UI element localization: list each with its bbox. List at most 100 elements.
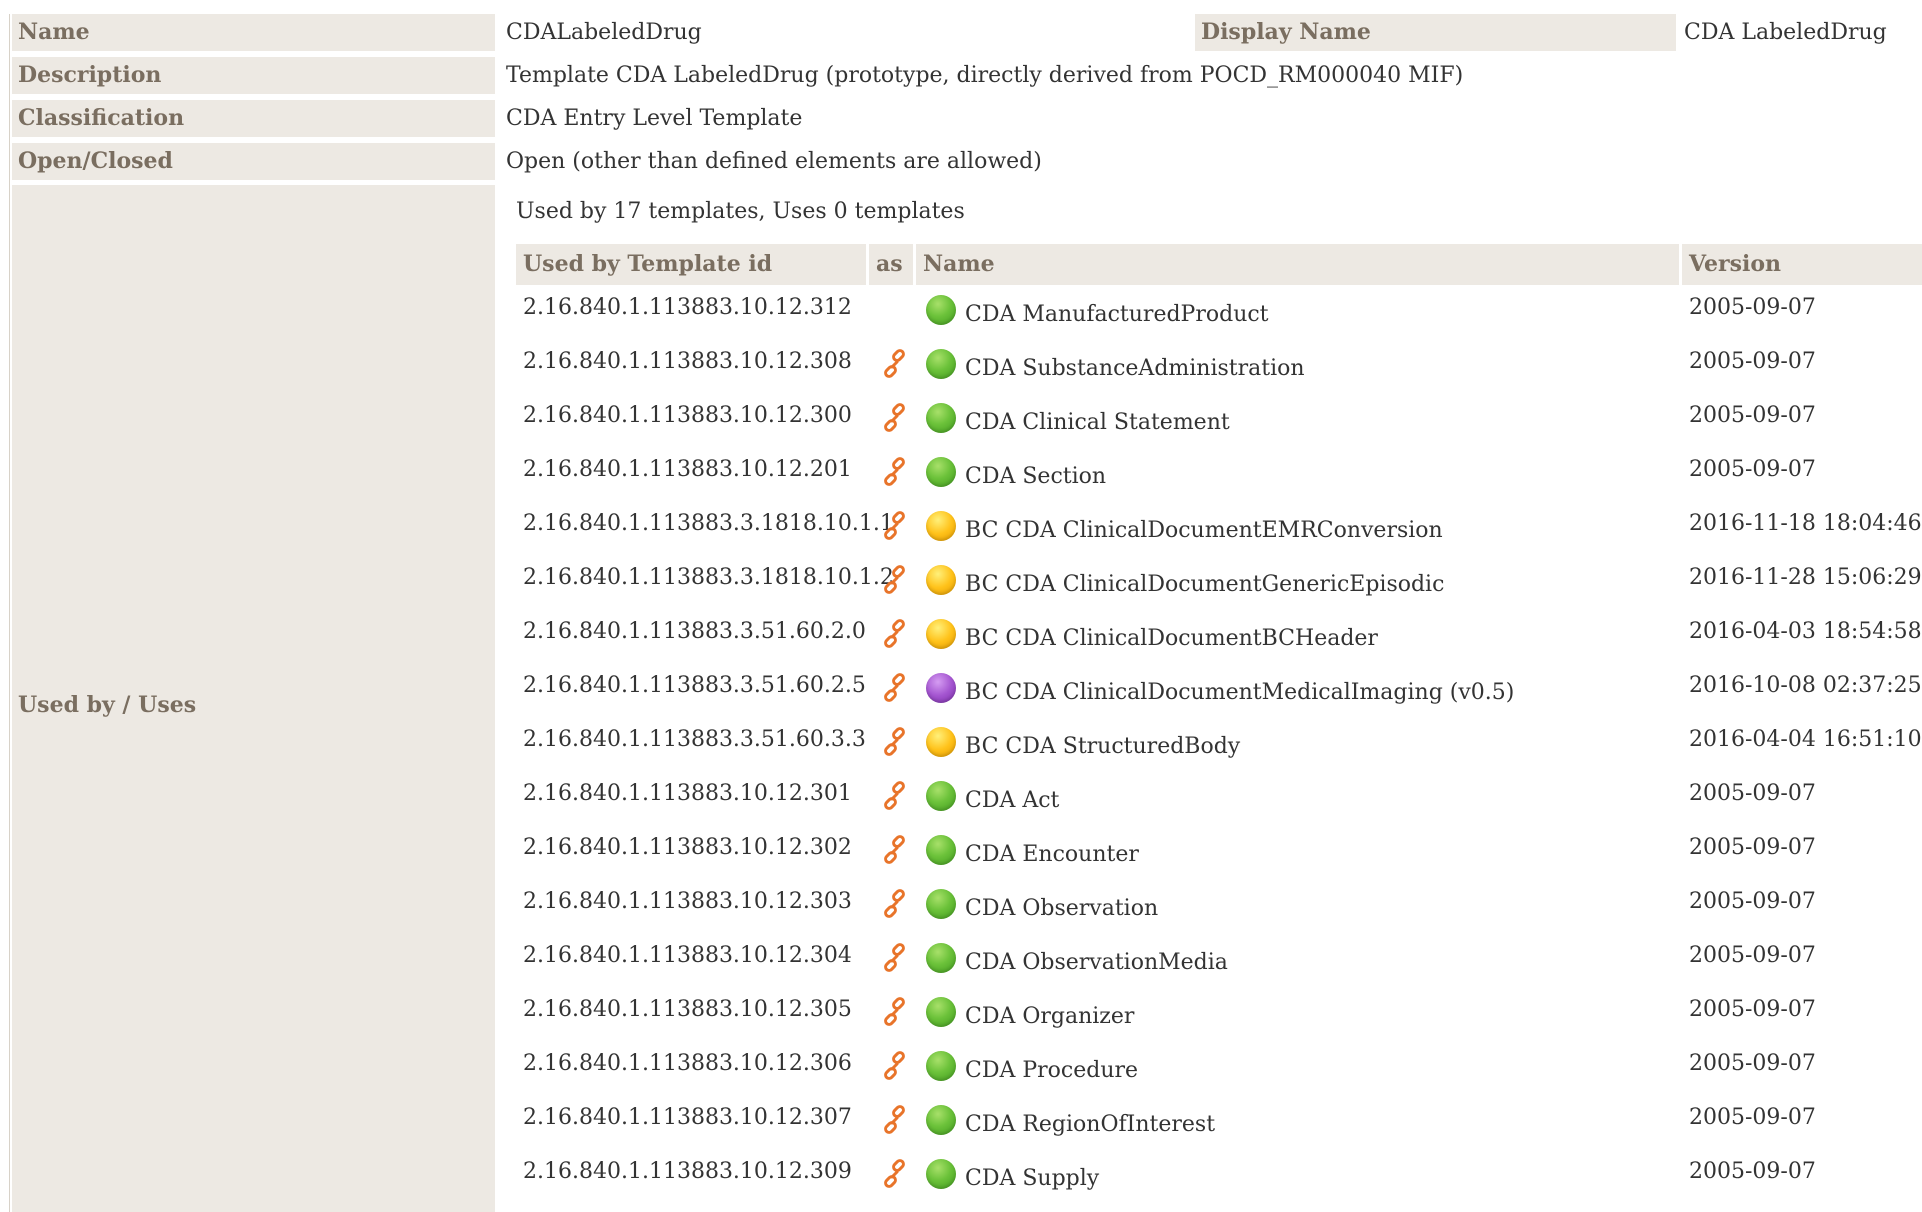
used-by-uses-label-cell: Used by / Uses [12, 185, 495, 1212]
table-row: 2.16.840.1.113883.10.12.312 CDA Manufactu… [516, 285, 1922, 339]
status-green-icon [926, 781, 956, 811]
template-id-cell: 2.16.840.1.113883.10.12.305 [523, 997, 852, 1022]
column-header-name: Name [916, 244, 1679, 285]
display-name-label: Display Name [1195, 14, 1676, 51]
version-cell: 2005-09-07 [1689, 889, 1816, 914]
column-header-as: as [869, 244, 913, 285]
template-name-link[interactable]: CDA Clinical Statement [965, 407, 1230, 439]
table-row: 2.16.840.1.113883.3.51.60.2.5 BC CDA Clin… [516, 663, 1922, 717]
usage-table-header: Used by Template id as Name Version [516, 244, 1922, 285]
version-cell: 2005-09-07 [1689, 943, 1816, 968]
template-name-link[interactable]: CDA Encounter [965, 839, 1139, 871]
template-id-cell: 2.16.840.1.113883.10.12.308 [523, 349, 852, 374]
status-green-icon [926, 457, 956, 487]
template-id-cell: 2.16.840.1.113883.10.12.302 [523, 835, 852, 860]
used-by-uses-row: Used by / Uses Used by 17 templates, Use… [12, 185, 1922, 1212]
link-icon[interactable] [880, 997, 914, 1031]
open-closed-value: Open (other than defined elements are al… [506, 149, 1042, 174]
template-id-cell: 2.16.840.1.113883.10.12.300 [523, 403, 852, 428]
name-value: CDALabeledDrug [506, 20, 702, 45]
status-yellow-icon [926, 727, 956, 757]
link-icon[interactable] [880, 457, 914, 491]
status-yellow-icon [926, 511, 956, 541]
template-name-link[interactable]: CDA ObservationMedia [965, 947, 1228, 979]
table-row: 2.16.840.1.113883.3.51.60.3.3 BC CDA Stru… [516, 717, 1922, 771]
link-icon[interactable] [880, 565, 914, 599]
link-icon[interactable] [880, 619, 914, 653]
template-name-link[interactable]: CDA Act [965, 785, 1059, 817]
template-name-link[interactable]: BC CDA StructuredBody [965, 731, 1240, 763]
link-icon[interactable] [880, 781, 914, 815]
used-by-uses-label: Used by / Uses [18, 692, 197, 718]
classification-value: CDA Entry Level Template [506, 106, 803, 131]
link-icon[interactable] [880, 673, 914, 707]
column-header-version: Version [1682, 244, 1922, 285]
table-row: 2.16.840.1.113883.3.51.60.2.0 BC CDA Clin… [516, 609, 1922, 663]
description-row: Description Template CDA LabeledDrug (pr… [12, 57, 1922, 94]
template-id-cell: 2.16.840.1.113883.10.12.303 [523, 889, 852, 914]
properties-table: Name CDALabeledDrug Display Name CDA Lab… [12, 14, 1922, 186]
table-row: 2.16.840.1.113883.10.12.302 CDA Encounter… [516, 825, 1922, 879]
link-icon[interactable] [880, 889, 914, 923]
link-icon[interactable] [880, 403, 914, 437]
status-green-icon [926, 997, 956, 1027]
version-cell: 2005-09-07 [1689, 349, 1816, 374]
template-id-cell: 2.16.840.1.113883.10.12.306 [523, 1051, 852, 1076]
version-cell: 2016-11-28 15:06:29 [1689, 565, 1922, 590]
template-id-cell: 2.16.840.1.113883.3.51.60.2.0 [523, 619, 866, 644]
template-name-link[interactable]: CDA SubstanceAdministration [965, 353, 1305, 385]
version-cell: 2005-09-07 [1689, 1051, 1816, 1076]
status-green-icon [926, 943, 956, 973]
open-closed-row: Open/Closed Open (other than defined ele… [12, 143, 1922, 180]
template-name-link[interactable]: CDA Procedure [965, 1055, 1138, 1087]
template-id-cell: 2.16.840.1.113883.10.12.201 [523, 457, 852, 482]
template-name-link[interactable]: CDA Supply [965, 1163, 1099, 1195]
version-cell: 2005-09-07 [1689, 403, 1816, 428]
link-icon[interactable] [880, 727, 914, 761]
display-name-value: CDA LabeledDrug [1684, 20, 1887, 45]
link-icon[interactable] [880, 1105, 914, 1139]
table-row: 2.16.840.1.113883.10.12.303 CDA Observati… [516, 879, 1922, 933]
open-closed-label: Open/Closed [12, 143, 495, 180]
template-name-link[interactable]: BC CDA ClinicalDocumentMedicalImaging (v… [965, 677, 1514, 709]
template-name-link[interactable]: CDA Organizer [965, 1001, 1134, 1033]
link-icon[interactable] [880, 1051, 914, 1085]
template-id-cell: 2.16.840.1.113883.10.12.307 [523, 1105, 852, 1130]
version-cell: 2005-09-07 [1689, 457, 1816, 482]
template-name-link[interactable]: CDA RegionOfInterest [965, 1109, 1215, 1141]
table-row: 2.16.840.1.113883.3.1818.10.1.2 BC CDA Cl… [516, 555, 1922, 609]
status-yellow-icon [926, 565, 956, 595]
table-row: 2.16.840.1.113883.3.1818.10.1.1 BC CDA Cl… [516, 501, 1922, 555]
template-name-link[interactable]: BC CDA ClinicalDocumentEMRConversion [965, 515, 1443, 547]
version-cell: 2016-04-04 16:51:10 [1689, 727, 1922, 752]
version-cell: 2005-09-07 [1689, 295, 1816, 320]
table-row: 2.16.840.1.113883.10.12.308 CDA Substance… [516, 339, 1922, 393]
template-id-cell: 2.16.840.1.113883.10.12.309 [523, 1159, 852, 1184]
template-name-link[interactable]: BC CDA ClinicalDocumentGenericEpisodic [965, 569, 1444, 601]
link-icon[interactable] [880, 835, 914, 869]
link-icon[interactable] [880, 943, 914, 977]
status-green-icon [926, 1159, 956, 1189]
status-green-icon [926, 889, 956, 919]
version-cell: 2005-09-07 [1689, 1159, 1816, 1184]
template-name-link[interactable]: CDA Observation [965, 893, 1158, 925]
status-purple-icon [926, 673, 956, 703]
template-id-cell: 2.16.840.1.113883.10.12.301 [523, 781, 852, 806]
template-id-cell: 2.16.840.1.113883.3.51.60.2.5 [523, 673, 866, 698]
link-icon[interactable] [880, 1159, 914, 1193]
link-icon[interactable] [880, 349, 914, 383]
classification-row: Classification CDA Entry Level Template [12, 100, 1922, 137]
status-green-icon [926, 295, 956, 325]
link-icon[interactable] [880, 511, 914, 545]
description-value: Template CDA LabeledDrug (prototype, dir… [506, 63, 1464, 88]
table-row: 2.16.840.1.113883.10.12.306 CDA Procedure… [516, 1041, 1922, 1095]
table-row: 2.16.840.1.113883.10.12.201 CDA Section 20… [516, 447, 1922, 501]
version-cell: 2005-09-07 [1689, 835, 1816, 860]
template-name-link[interactable]: BC CDA ClinicalDocumentBCHeader [965, 623, 1378, 655]
version-cell: 2016-04-03 18:54:58 [1689, 619, 1922, 644]
template-name-link[interactable]: CDA Section [965, 461, 1106, 493]
table-row: 2.16.840.1.113883.10.12.305 CDA Organizer… [516, 987, 1922, 1041]
table-row: 2.16.840.1.113883.10.12.300 CDA Clinical … [516, 393, 1922, 447]
template-name-link[interactable]: CDA ManufacturedProduct [965, 299, 1269, 331]
status-green-icon [926, 1105, 956, 1135]
